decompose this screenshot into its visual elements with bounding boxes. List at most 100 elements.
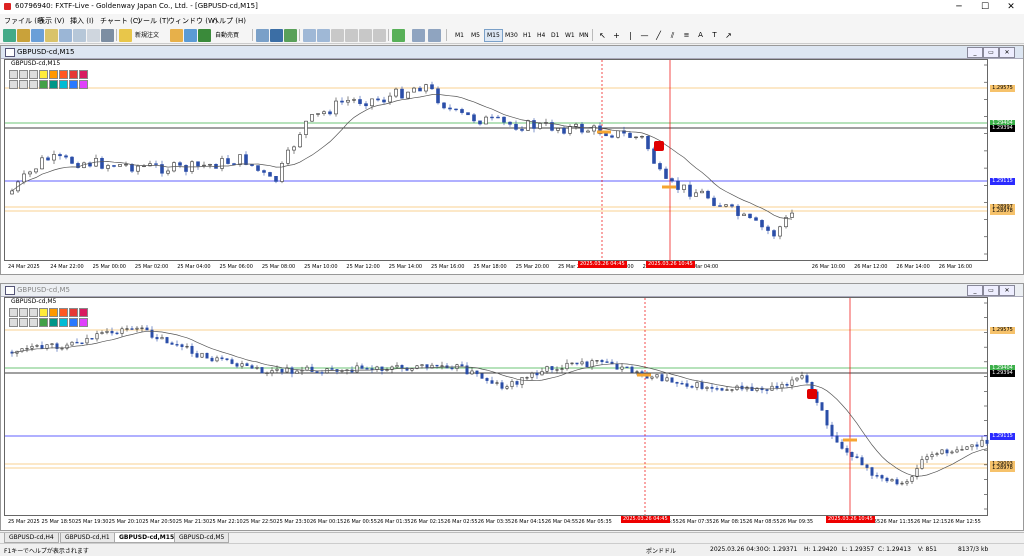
expert-icon[interactable] (198, 29, 211, 42)
chart-open-icon[interactable] (119, 29, 132, 42)
crosshair-icon[interactable]: + (610, 29, 623, 42)
new-order-button[interactable]: 新規注文 (132, 29, 162, 42)
minimize-button[interactable]: ─ (946, 0, 972, 14)
candle (985, 439, 989, 444)
price-chart-m15[interactable]: 1.297151.296251.295351.294451.293551.292… (4, 59, 990, 272)
terminal-icon[interactable] (73, 29, 86, 42)
palette-cell[interactable] (29, 308, 38, 317)
palette-cell[interactable] (19, 318, 28, 327)
palette-cell[interactable] (9, 80, 18, 89)
menu-chart[interactable]: チャート (C) (100, 16, 141, 26)
palette-cell[interactable] (19, 80, 28, 89)
tf-d1[interactable]: D1 (548, 29, 562, 42)
autoscroll-icon[interactable] (345, 29, 358, 42)
palette-cell[interactable] (69, 80, 78, 89)
palette-cell[interactable] (19, 308, 28, 317)
tf-m15[interactable]: M15 (484, 29, 503, 42)
tab-m15[interactable]: GBPUSD-cd,M15 (114, 533, 180, 543)
tf-mn[interactable]: MN (576, 29, 592, 42)
zoom-out-icon[interactable] (317, 29, 330, 42)
menu-view[interactable]: 表示 (V) (38, 16, 64, 26)
tf-m1[interactable]: M1 (452, 29, 467, 42)
data-window-icon[interactable] (45, 29, 58, 42)
metaeditor-icon[interactable] (170, 29, 183, 42)
tab-h4[interactable]: GBPUSD-cd,H4 (4, 533, 59, 543)
tf-m30[interactable]: M30 (502, 29, 521, 42)
palette-cell[interactable] (49, 318, 58, 327)
palette-cell[interactable] (39, 80, 48, 89)
palette-cell[interactable] (69, 308, 78, 317)
palette-cell[interactable] (9, 70, 18, 79)
settings-icon[interactable] (101, 29, 114, 42)
menu-help[interactable]: ヘルプ (H) (212, 16, 246, 26)
menu-window[interactable]: ウィンドウ (W) (168, 16, 218, 26)
palette-cell[interactable] (9, 308, 18, 317)
grid-icon[interactable] (331, 29, 344, 42)
bar-chart-icon[interactable] (256, 29, 269, 42)
channel-icon[interactable]: ⫽ (666, 29, 679, 42)
palette-cell[interactable] (59, 308, 68, 317)
chart-window-m15[interactable]: GBPUSD-cd,M15 _ ▭ ✕ 1.297151.296251.2953… (0, 45, 1024, 275)
palette-cell[interactable] (29, 80, 38, 89)
palette-cell[interactable] (69, 318, 78, 327)
palette-cell[interactable] (79, 80, 88, 89)
palette-cell[interactable] (9, 318, 18, 327)
tab-m5[interactable]: GBPUSD-cd,M5 (174, 533, 230, 543)
indicator-list-icon[interactable] (392, 29, 405, 42)
palette-cell[interactable] (59, 318, 68, 327)
chart-close-button[interactable]: ✕ (999, 285, 1015, 296)
chart-shift-icon[interactable] (359, 29, 372, 42)
market-watch-icon[interactable] (31, 29, 44, 42)
palette-cell[interactable] (39, 70, 48, 79)
chart-restore-button[interactable]: ▭ (983, 47, 999, 58)
maximize-button[interactable]: ☐ (972, 0, 998, 14)
signals-icon[interactable] (184, 29, 197, 42)
cursor-icon[interactable]: ↖ (596, 29, 609, 42)
horizontal-line-icon[interactable]: — (638, 29, 651, 42)
close-button[interactable]: ✕ (998, 0, 1024, 14)
palette-cell[interactable] (29, 70, 38, 79)
chart-window-m5[interactable]: GBPUSD-cd,M5 _ ▭ ✕ 1.296351.295751.29515… (0, 283, 1024, 531)
palette-cell[interactable] (39, 318, 48, 327)
chart-close-button[interactable]: ✕ (999, 47, 1015, 58)
menu-tools[interactable]: ツール (T) (136, 16, 169, 26)
fibonacci-icon[interactable]: ≡ (680, 29, 693, 42)
palette-cell[interactable] (79, 318, 88, 327)
arrows-icon[interactable]: ↗ (722, 29, 735, 42)
vertical-line-icon[interactable]: | (624, 29, 637, 42)
tf-h1[interactable]: H1 (520, 29, 534, 42)
trendline-icon[interactable]: ╱ (652, 29, 665, 42)
chart-minimize-button[interactable]: _ (967, 285, 983, 296)
tab-h1[interactable]: GBPUSD-cd,H1 (60, 533, 115, 543)
indicators-icon[interactable] (373, 29, 386, 42)
palette-cell[interactable] (49, 80, 58, 89)
periods-icon[interactable] (412, 29, 425, 42)
candle (394, 88, 398, 97)
zoom-in-icon[interactable] (303, 29, 316, 42)
chart-restore-button[interactable]: ▭ (983, 285, 999, 296)
palette-cell[interactable] (19, 70, 28, 79)
line-chart-icon[interactable] (284, 29, 297, 42)
chart-minimize-button[interactable]: _ (967, 47, 983, 58)
palette-cell[interactable] (79, 70, 88, 79)
menu-insert[interactable]: 挿入 (I) (70, 16, 94, 26)
tf-h4[interactable]: H4 (534, 29, 548, 42)
palette-cell[interactable] (79, 308, 88, 317)
palette-cell[interactable] (29, 318, 38, 327)
text-icon[interactable]: A (694, 29, 707, 42)
tf-m5[interactable]: M5 (468, 29, 483, 42)
palette-cell[interactable] (59, 70, 68, 79)
palette-cell[interactable] (49, 308, 58, 317)
palette-cell[interactable] (49, 70, 58, 79)
label-icon[interactable]: T (708, 29, 721, 42)
palette-cell[interactable] (59, 80, 68, 89)
templates-icon[interactable] (428, 29, 441, 42)
candle-chart-icon[interactable] (270, 29, 283, 42)
palette-cell[interactable] (69, 70, 78, 79)
auto-trade-button[interactable]: 自動売買 (212, 29, 242, 42)
navigator-icon[interactable] (59, 29, 72, 42)
palette-cell[interactable] (39, 308, 48, 317)
price-chart-m5[interactable]: 1.296351.295751.295151.294751.294151.293… (4, 297, 990, 527)
profiles-icon[interactable] (17, 29, 30, 42)
tester-icon[interactable] (87, 29, 100, 42)
